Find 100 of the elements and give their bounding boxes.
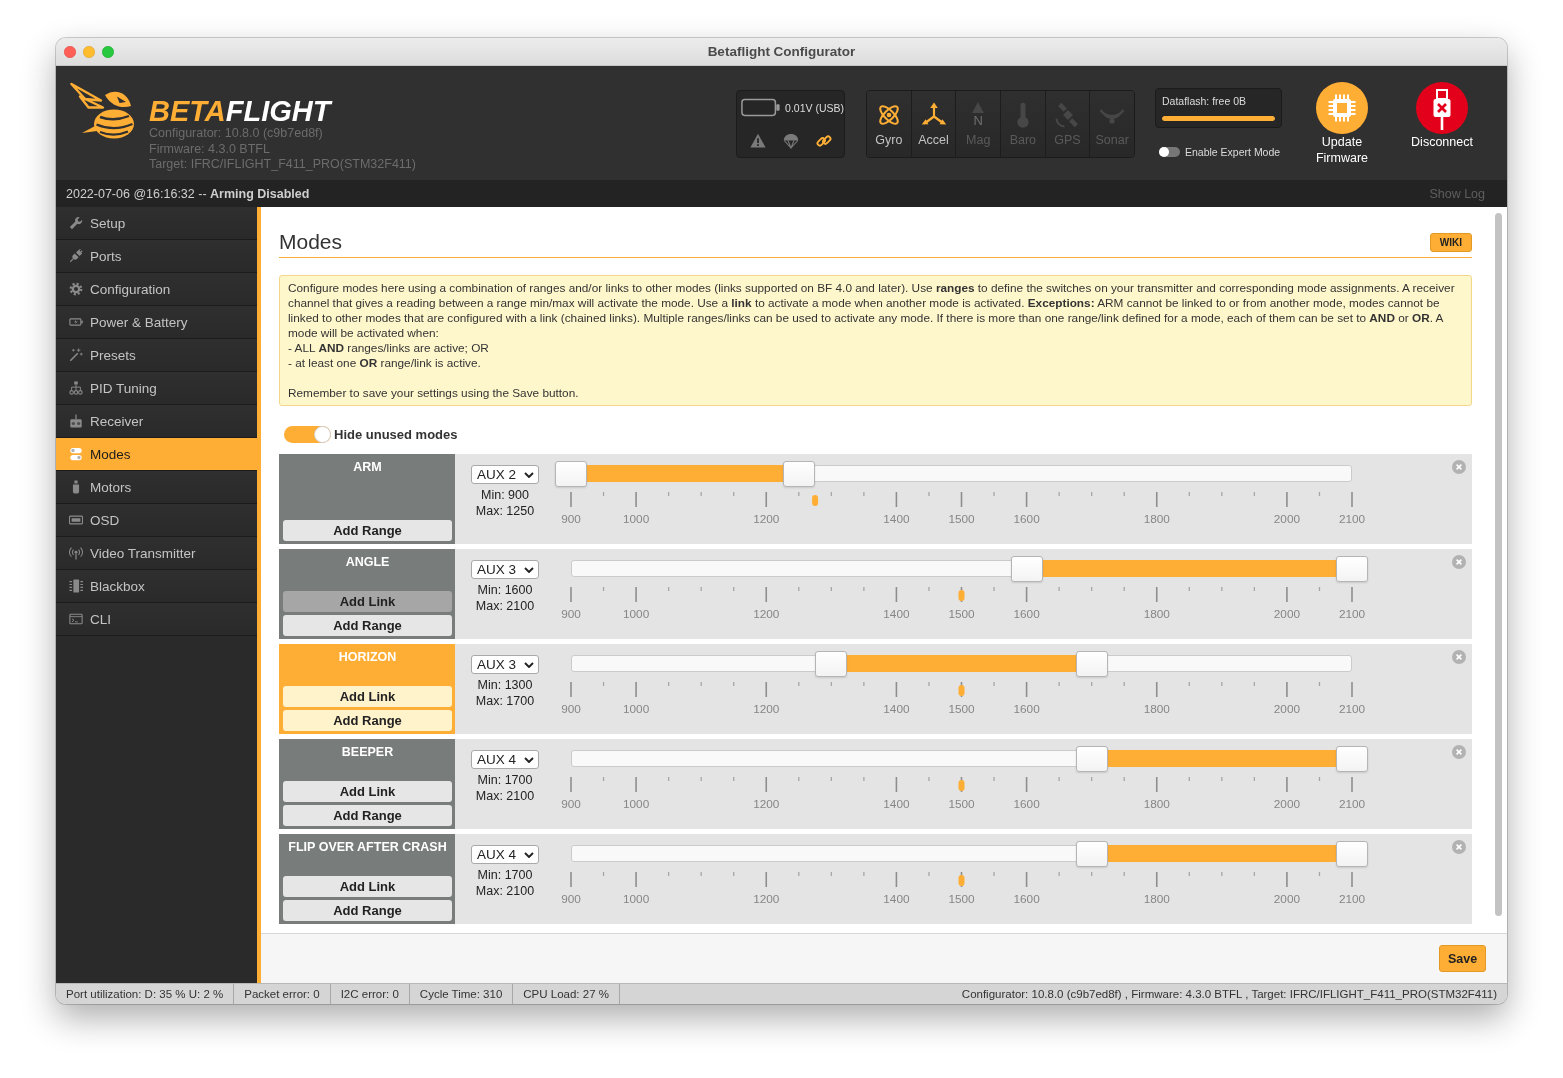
scale-label: 1800	[1143, 892, 1170, 906]
channel-select[interactable]: AUX 4	[471, 750, 539, 769]
sidebar-item[interactable]: Setup	[56, 207, 257, 240]
range-min-text: Min: 900	[481, 487, 529, 503]
sidebar-item[interactable]: Power & Battery	[56, 306, 257, 339]
scale-label: 1400	[883, 892, 910, 906]
sidebar-item[interactable]: OSD	[56, 504, 257, 537]
sidebar-item[interactable]: Presets	[56, 339, 257, 372]
slider-handle[interactable]	[555, 461, 587, 487]
sidebar-item[interactable]: Ports	[56, 240, 257, 273]
mode-button[interactable]: Add Link	[283, 686, 452, 707]
sidebar-item[interactable]: CLI	[56, 603, 257, 636]
memory-chip-icon	[69, 579, 83, 593]
status-item: Cycle Time: 310	[409, 984, 514, 1004]
sidebar-item[interactable]: Blackbox	[56, 570, 257, 603]
close-icon[interactable]	[1452, 460, 1466, 474]
channel-select[interactable]: AUX 3	[471, 655, 539, 674]
mode-name: ANGLE	[344, 555, 391, 569]
battery-icon	[69, 315, 83, 329]
range-max-text: Max: 2100	[475, 788, 535, 804]
slider-handle[interactable]	[1336, 841, 1368, 867]
channel-select[interactable]: AUX 4	[471, 845, 539, 864]
range-min-text: Min: 1700	[477, 772, 533, 788]
range-min-text: Min: 1600	[477, 582, 533, 598]
caret-icon	[524, 566, 534, 573]
slider-handle[interactable]	[1336, 556, 1368, 582]
scrollbar-thumb[interactable]	[1495, 213, 1502, 916]
scale-label: 1600	[1013, 892, 1040, 906]
mode-button[interactable]: Add Range	[283, 900, 452, 921]
info-paragraph: Configure modes here using a combination of ranges and/or links to other modes (links supported on BF 4.0 and later). Use ranges to define the switches on your transmitter and corresponding mode assignments. A receiver channel that gives a reading between a range min/max will activate the mode. Use a link to activate a mode when another mode is activated. Exceptions: ARM cannot be linked to or from another mode, modes cannot be linked to other modes that are configured with a link (chained links). Multiple ranges/links can be used to activate any mode. If there is more than one range/link defined for a mode, each of them can be set to AND or OR. A mode will be activated when:	[288, 281, 1456, 341]
mode-button[interactable]: Add Link	[283, 876, 452, 897]
scale-label: 1500	[948, 512, 975, 526]
log-message: 2022-07-06 @16:16:32 -- Arming Disabled	[66, 186, 310, 201]
slider-handle[interactable]	[1336, 746, 1368, 772]
sidebar-item[interactable]: Video Transmitter	[56, 537, 257, 570]
wiki-button[interactable]: WIKI	[1429, 232, 1472, 252]
sidebar-item[interactable]: Modes	[56, 438, 257, 471]
scale-label: 1200	[753, 797, 780, 811]
mode-button[interactable]: Add Range	[283, 520, 452, 541]
magic-wand-icon	[69, 348, 83, 362]
info-note: Remember to save your settings using the Save button.	[288, 386, 580, 401]
hide-unused-label: Hide unused modes	[334, 427, 458, 442]
range-max-text: Max: 2100	[475, 883, 535, 899]
version-text: Firmware: 4.3.0 BTFL	[149, 141, 271, 157]
slider-handle[interactable]	[1075, 746, 1108, 772]
mode-button[interactable]: Add Range	[283, 710, 452, 731]
scale-label: 2100	[1338, 607, 1366, 621]
scale-label: 1800	[1143, 797, 1170, 811]
mode-button[interactable]: Add Range	[283, 615, 452, 636]
scale-label: 1600	[1013, 797, 1040, 811]
slider-handle[interactable]	[1075, 841, 1108, 867]
hide-unused-toggle[interactable]	[284, 426, 331, 443]
plug-icon	[69, 249, 83, 263]
mode-button[interactable]: Add Range	[283, 805, 452, 826]
scale-label: 1600	[1013, 512, 1040, 526]
scale-label: 1800	[1143, 702, 1170, 716]
slider-handle[interactable]	[1075, 651, 1108, 677]
close-icon[interactable]	[1452, 650, 1466, 664]
antenna-icon	[69, 546, 83, 560]
status-item: Packet error: 0	[234, 984, 331, 1004]
slider-handle[interactable]	[1010, 556, 1043, 582]
sidebar-item[interactable]: PID Tuning	[56, 372, 257, 405]
scale-label: 2000	[1273, 797, 1301, 811]
close-icon[interactable]	[1452, 555, 1466, 569]
scale-label: 2100	[1338, 512, 1366, 526]
scale-label: 1400	[883, 512, 910, 526]
channel-select[interactable]: AUX 3	[471, 560, 539, 579]
disconnect-button[interactable]: Disconnect	[1402, 82, 1482, 150]
range-max-text: Max: 1700	[475, 693, 535, 709]
update-firmware-button[interactable]: Update Firmware	[1302, 82, 1382, 166]
status-item: I2C error: 0	[330, 984, 410, 1004]
caret-icon	[524, 661, 534, 668]
scale-label: 900	[561, 892, 581, 906]
mode-button[interactable]: Add Link	[283, 591, 452, 612]
sidebar-item[interactable]: Receiver	[56, 405, 257, 438]
expert-mode-toggle[interactable]	[1159, 147, 1180, 157]
scale-label: 1000	[622, 607, 650, 621]
sidebar-item[interactable]: Motors	[56, 471, 257, 504]
window-zoom-icon[interactable]	[102, 45, 114, 58]
slider-handle[interactable]	[782, 461, 815, 487]
channel-select[interactable]: AUX 2	[471, 465, 539, 484]
range-min-text: Min: 1700	[477, 867, 533, 883]
scale-label: 1500	[948, 892, 975, 906]
wrench-icon	[69, 216, 83, 230]
gear-icon	[69, 282, 83, 296]
scale-label: 1000	[622, 892, 650, 906]
slider-handle[interactable]	[815, 651, 848, 677]
close-icon[interactable]	[1452, 840, 1466, 854]
window-minimize-icon[interactable]	[83, 45, 95, 58]
sensor-label: Gyro	[875, 133, 903, 148]
scale-label: 1600	[1013, 607, 1040, 621]
range-max-text: Max: 1250	[475, 503, 535, 519]
window-close-icon[interactable]	[64, 45, 76, 58]
mode-button[interactable]: Add Link	[283, 781, 452, 802]
sidebar-item[interactable]: Configuration	[56, 273, 257, 306]
north-arrow-icon	[972, 102, 985, 113]
scale-label: 2000	[1273, 512, 1301, 526]
close-icon[interactable]	[1452, 745, 1466, 759]
caret-icon	[524, 471, 534, 478]
save-button[interactable]: Save	[1439, 945, 1486, 972]
